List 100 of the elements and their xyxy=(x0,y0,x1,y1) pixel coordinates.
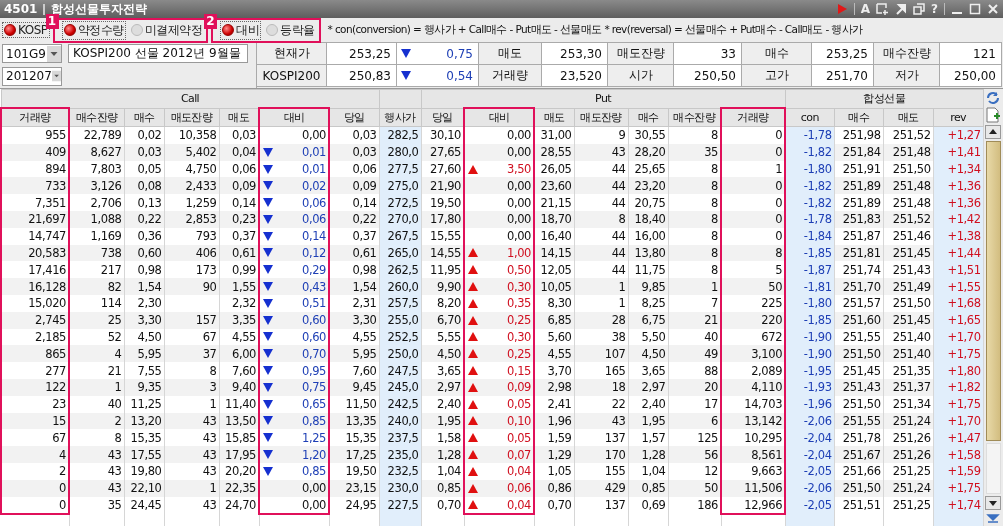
help-button[interactable]: ? xyxy=(931,3,938,15)
table-cell: +1,36 xyxy=(933,194,984,211)
column-header[interactable]: 대비 xyxy=(464,108,534,127)
table-cell: 733 xyxy=(1,177,69,195)
table-cell: 0,23 xyxy=(219,211,259,228)
quote-value: 23,520 xyxy=(542,65,608,87)
table-cell: 13,35 xyxy=(329,412,379,430)
table-cell: 251,50 xyxy=(834,395,884,413)
scroll-down-icon[interactable] xyxy=(985,496,1002,510)
table-cell: 11,50 xyxy=(329,395,379,413)
table-cell: +1,58 xyxy=(933,446,984,463)
table-cell: 0 xyxy=(721,211,786,228)
quote-value: 250,83 xyxy=(327,65,397,87)
table-cell: 2,32 xyxy=(219,295,259,312)
add-page-icon[interactable] xyxy=(985,107,1002,123)
table-cell: 28 xyxy=(574,311,628,329)
table-cell: 0,06 xyxy=(464,479,534,497)
table-cell: 0,86 xyxy=(534,479,574,497)
table-cell: 251,87 xyxy=(834,227,884,245)
refresh-icon[interactable] xyxy=(985,91,1002,105)
table-cell: 4,55 xyxy=(534,345,574,363)
table-cell: 114 xyxy=(69,295,124,312)
table-cell: 17,95 xyxy=(219,446,259,463)
table-cell: +1,42 xyxy=(933,211,984,228)
table-cell: 3,70 xyxy=(534,362,574,379)
table-cell: 9,35 xyxy=(124,378,164,396)
table-cell: 18 xyxy=(574,378,628,396)
cascade-icon[interactable] xyxy=(913,3,926,15)
add-window-icon[interactable] xyxy=(876,3,890,15)
table-cell: 8 xyxy=(668,227,721,245)
table-cell: 28,20 xyxy=(628,143,668,161)
table-cell: 0,00 xyxy=(259,479,329,497)
table-cell: 4,110 xyxy=(721,378,786,396)
table-cell: 28,55 xyxy=(534,143,574,161)
table-cell: 865 xyxy=(1,345,69,363)
table-cell: 24,95 xyxy=(329,496,379,515)
table-cell: 17,25 xyxy=(329,446,379,463)
code-dropdown[interactable]: 101G9 xyxy=(2,44,62,63)
table-cell: 251,98 xyxy=(834,126,884,144)
screen-number: 4501 xyxy=(4,2,38,16)
quote-change: 0,75 xyxy=(446,46,473,61)
option-radio[interactable]: 미결제약정 xyxy=(128,20,204,40)
table-cell: 4,50 xyxy=(421,345,464,363)
table-cell: 0,37 xyxy=(219,227,259,245)
close-icon[interactable] xyxy=(987,3,999,15)
table-cell: 1 xyxy=(574,278,628,295)
font-button[interactable]: A xyxy=(860,3,871,15)
table-cell: 31,00 xyxy=(534,126,574,144)
table-cell: 0,61 xyxy=(219,244,259,262)
table-cell: -1,90 xyxy=(785,345,835,363)
table-cell: 6,00 xyxy=(219,345,259,363)
quote-value: 33 xyxy=(674,43,742,65)
table-cell: 7,60 xyxy=(219,362,259,379)
table-cell: 0,25 xyxy=(464,345,534,363)
table-cell: 44 xyxy=(574,177,628,195)
table-cell: 2,433 xyxy=(164,177,219,195)
quote-label: 매도 xyxy=(479,43,542,65)
scroll-up-icon[interactable] xyxy=(985,125,1002,139)
table-cell: 406 xyxy=(164,244,219,262)
table-cell: 251,34 xyxy=(883,395,934,413)
table-cell: 251,81 xyxy=(834,244,884,262)
table-cell: 251,48 xyxy=(883,177,934,195)
table-cell: 251,37 xyxy=(883,378,934,396)
table-cell: 251,52 xyxy=(883,126,934,144)
table-cell: 9 xyxy=(574,126,628,144)
table-cell: 3,126 xyxy=(69,177,124,195)
maximize-icon[interactable] xyxy=(969,3,981,15)
table-cell: 1,169 xyxy=(69,227,124,245)
option-radio[interactable]: 약정수량 xyxy=(61,20,126,40)
table-cell: 251,57 xyxy=(834,295,884,312)
column-header[interactable]: 거래량 xyxy=(721,108,786,127)
table-cell: 24,70 xyxy=(219,496,259,515)
table-cell: 25 xyxy=(69,311,124,329)
table-cell: 12 xyxy=(668,462,721,480)
table-cell: 0,43 xyxy=(259,278,329,295)
table-cell: -1,81 xyxy=(785,278,835,295)
product-name-field: KOSPI200 선물 2012년 9월물 xyxy=(68,44,248,63)
table-cell: 2,97 xyxy=(628,378,668,396)
table-cell: 4,50 xyxy=(628,345,668,363)
table-cell: 90 xyxy=(164,278,219,295)
strike-cell: 272,5 xyxy=(379,194,421,211)
arrow-icon[interactable] xyxy=(895,3,908,15)
table-cell: 1 xyxy=(164,395,219,413)
table-cell: -1,82 xyxy=(785,177,835,195)
table-cell: 0,70 xyxy=(421,496,464,515)
option-radio[interactable]: 등락율 xyxy=(264,20,317,40)
table-cell: 11,25 xyxy=(124,395,164,413)
code-dropdown[interactable]: 201207 xyxy=(2,66,62,86)
column-header[interactable]: 거래량 xyxy=(1,108,69,127)
table-cell: 0,03 xyxy=(124,143,164,161)
column-header[interactable]: 대비 xyxy=(259,108,329,127)
table-cell: 1,54 xyxy=(329,278,379,295)
collapse-icon[interactable] xyxy=(985,512,1002,526)
table-cell: 1,96 xyxy=(534,412,574,430)
table-cell: 165 xyxy=(574,362,628,379)
scroll-thumb[interactable] xyxy=(985,141,1001,441)
table-cell: 3,35 xyxy=(219,311,259,329)
option-radio[interactable]: 대비 xyxy=(220,20,261,40)
table-cell: 40 xyxy=(69,395,124,413)
table-cell: 8,20 xyxy=(421,295,464,312)
